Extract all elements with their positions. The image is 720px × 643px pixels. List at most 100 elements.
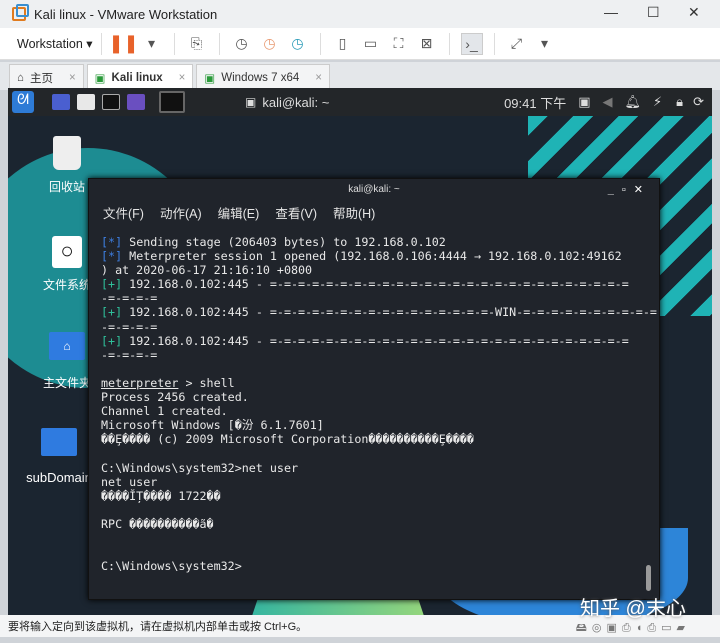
terminal-launcher-icon[interactable] [102, 94, 120, 110]
terminal-line: ��Ȩ���� (c) 2009 Microsoft Corporation��… [101, 432, 657, 446]
line-text [101, 362, 108, 376]
power-manager-icon[interactable]: ⚡ [653, 94, 662, 110]
terminal-line: ) at 2020-06-17 21:16:10 +0800 [101, 263, 657, 277]
line-text: -=-=-=-= [101, 347, 158, 362]
line-text: 192.168.0.102:445 - =-=-=-=-=-=-=-=-=-=-… [122, 305, 657, 320]
snapshot-icon[interactable]: ◷ [231, 33, 253, 55]
terminal-line: meterpreter > shell [101, 376, 657, 390]
tab-label: Kali linux [111, 71, 163, 84]
status-message: 要将输入定向到该虚拟机，请在虚拟机内部单击或按 Ctrl+G。 [8, 621, 308, 633]
device-status-icons[interactable]: 🖴◎▣⎙◖⎙▭▰ [576, 619, 690, 638]
line-text: 192.168.0.102:445 - =-=-=-=-=-=-=-=-=-=-… [122, 277, 629, 292]
terminal-line: Channel 1 created. [101, 404, 657, 418]
terminal-line [101, 545, 657, 559]
kali-top-panel: ᘛ ▣ kali@kali: ~ 09:41 下午 ▣ ◀ 🔔︎ ⚡ 🔒︎ ⟳ [8, 88, 712, 116]
maximize-button[interactable]: ☐ [647, 4, 660, 21]
active-window-title[interactable]: kali@kali: ~ [262, 95, 329, 110]
line-text: net user [101, 474, 158, 489]
terminal-menubar: 文件(F) 动作(A) 编辑(E) 查看(V) 帮助(H) [89, 201, 659, 223]
stretch-icon[interactable]: ⤢ [506, 33, 528, 55]
pause-dropdown-icon[interactable]: ▾ [141, 33, 163, 55]
terminal-line: -=-=-=-= [101, 291, 657, 305]
desktop-icon-subdomain[interactable]: subDomain [24, 428, 94, 485]
tab-close-icon[interactable]: × [315, 72, 322, 84]
workstation-menu-button[interactable]: Workstation ▾ [17, 36, 93, 51]
drive-icon: ○ [52, 236, 82, 268]
divider [448, 32, 450, 55]
line-text: -=-=-=-= [101, 319, 158, 334]
terminal-line: -=-=-=-= [101, 320, 657, 334]
notification-bell-icon[interactable]: 🔔︎ [625, 94, 642, 110]
menu-view[interactable]: 查看(V) [275, 203, 317, 222]
terminal-titlebar[interactable]: kali@kali: ~ _▫✕ [89, 179, 659, 201]
pause-icon[interactable]: ❚❚ [108, 33, 138, 55]
tab-kali-linux[interactable]: ▣ Kali linux × [86, 64, 194, 90]
menu-file[interactable]: 文件(F) [103, 203, 144, 222]
file-manager-icon[interactable] [77, 94, 95, 110]
tab-close-icon[interactable]: × [179, 72, 186, 84]
watermark: 知乎 @末心 [580, 598, 686, 620]
terminal-line: C:\Windows\system32> [101, 559, 657, 573]
display-icon[interactable]: ▣ [578, 94, 590, 110]
line-text: ����ĬȚ���� 1722�� [101, 488, 221, 503]
line-text: Process 2456 created. [101, 390, 249, 405]
terminal-line: ����ĬȚ���� 1722�� [101, 489, 657, 503]
logout-icon[interactable]: ⟳ [693, 94, 704, 110]
sidebar-icon[interactable]: ▯ [332, 33, 354, 55]
send-ctrl-alt-del-icon[interactable]: ⎘ [186, 33, 208, 55]
terminal-output[interactable]: [*] Sending stage (206403 bytes) to 192.… [101, 235, 657, 573]
status-prefix: [+] [101, 305, 123, 320]
terminal-line: net user [101, 475, 657, 489]
desktop-icon-label: subDomain [26, 470, 92, 485]
stretch-dropdown-icon[interactable]: ▾ [534, 33, 556, 55]
status-prefix: [*] [101, 235, 123, 249]
tab-windows-7[interactable]: ▣ Windows 7 x64 × [196, 64, 330, 90]
terminal-line: Microsoft Windows [�汾 6.1.7601] [101, 418, 657, 432]
scrollbar-thumb[interactable] [646, 565, 651, 591]
unity-icon[interactable]: ⊠ [416, 33, 438, 55]
tab-label: Windows 7 x64 [221, 71, 300, 84]
menu-action[interactable]: 动作(A) [160, 203, 202, 222]
desktop-icon-label: 文件系统 [42, 278, 91, 292]
screen-recorder-icon[interactable] [127, 94, 145, 110]
terminal-line [101, 446, 657, 460]
lock-icon[interactable]: 🔒︎ [676, 94, 683, 110]
terminal-task-icon[interactable] [159, 91, 185, 113]
terminal-line: C:\Windows\system32>net user [101, 461, 657, 475]
revert-snapshot-icon[interactable]: ◷ [259, 33, 281, 55]
terminal-line: Process 2456 created. [101, 390, 657, 404]
fullscreen-icon[interactable]: ⛶ [388, 33, 410, 55]
window-controls[interactable]: _▫✕ [608, 179, 651, 201]
close-button[interactable]: ✕ [688, 4, 700, 21]
show-desktop-icon[interactable] [52, 94, 70, 110]
line-text: C:\Windows\system32> [101, 559, 242, 574]
scrollbar[interactable] [646, 239, 651, 591]
divider [319, 32, 321, 55]
tab-label: 主页 [29, 72, 53, 85]
status-prefix: [*] [101, 249, 123, 264]
menu-edit[interactable]: 编辑(E) [218, 203, 260, 222]
terminal-line: [+] 192.168.0.102:445 - =-=-=-=-=-=-=-=-… [101, 305, 657, 319]
terminal-line: RPC ����������ã� [101, 517, 657, 531]
divider [100, 32, 102, 55]
line-text [101, 545, 108, 559]
status-prefix: [+] [101, 333, 123, 348]
menu-help[interactable]: 帮助(H) [333, 203, 375, 222]
clock[interactable]: 09:41 下午 [504, 93, 566, 112]
vmware-logo-icon [12, 4, 29, 21]
toolbar: Workstation ▾ ❚❚ ▾ ⎘ ◷ ◷ ◷ ▯ ▭ ⛶ ⊠ ›_ ⤢ … [0, 28, 720, 60]
console-icon[interactable]: ›_ [460, 32, 483, 55]
line-text: ��Ȩ���� (c) 2009 Microsoft Corporation��… [101, 432, 474, 447]
vm-screen[interactable]: ᘛ ▣ kali@kali: ~ 09:41 下午 ▣ ◀ 🔔︎ ⚡ 🔒︎ ⟳ … [8, 88, 712, 615]
home-folder-icon: ⌂ [49, 332, 85, 360]
kali-menu-icon[interactable]: ᘛ [12, 91, 34, 113]
tab-close-icon[interactable]: × [69, 72, 76, 84]
tab-home[interactable]: ⌂ 主页 × [9, 64, 84, 90]
terminal-window[interactable]: kali@kali: ~ _▫✕ 文件(F) 动作(A) 编辑(E) 查看(V) … [88, 178, 660, 600]
minimize-button[interactable]: — [604, 4, 618, 20]
terminal-line [101, 362, 657, 376]
volume-icon[interactable]: ◀ [603, 94, 613, 110]
thumbnail-icon[interactable]: ▭ [360, 33, 382, 55]
snapshot-manager-icon[interactable]: ◷ [287, 33, 309, 55]
status-prefix: [+] [101, 277, 123, 292]
